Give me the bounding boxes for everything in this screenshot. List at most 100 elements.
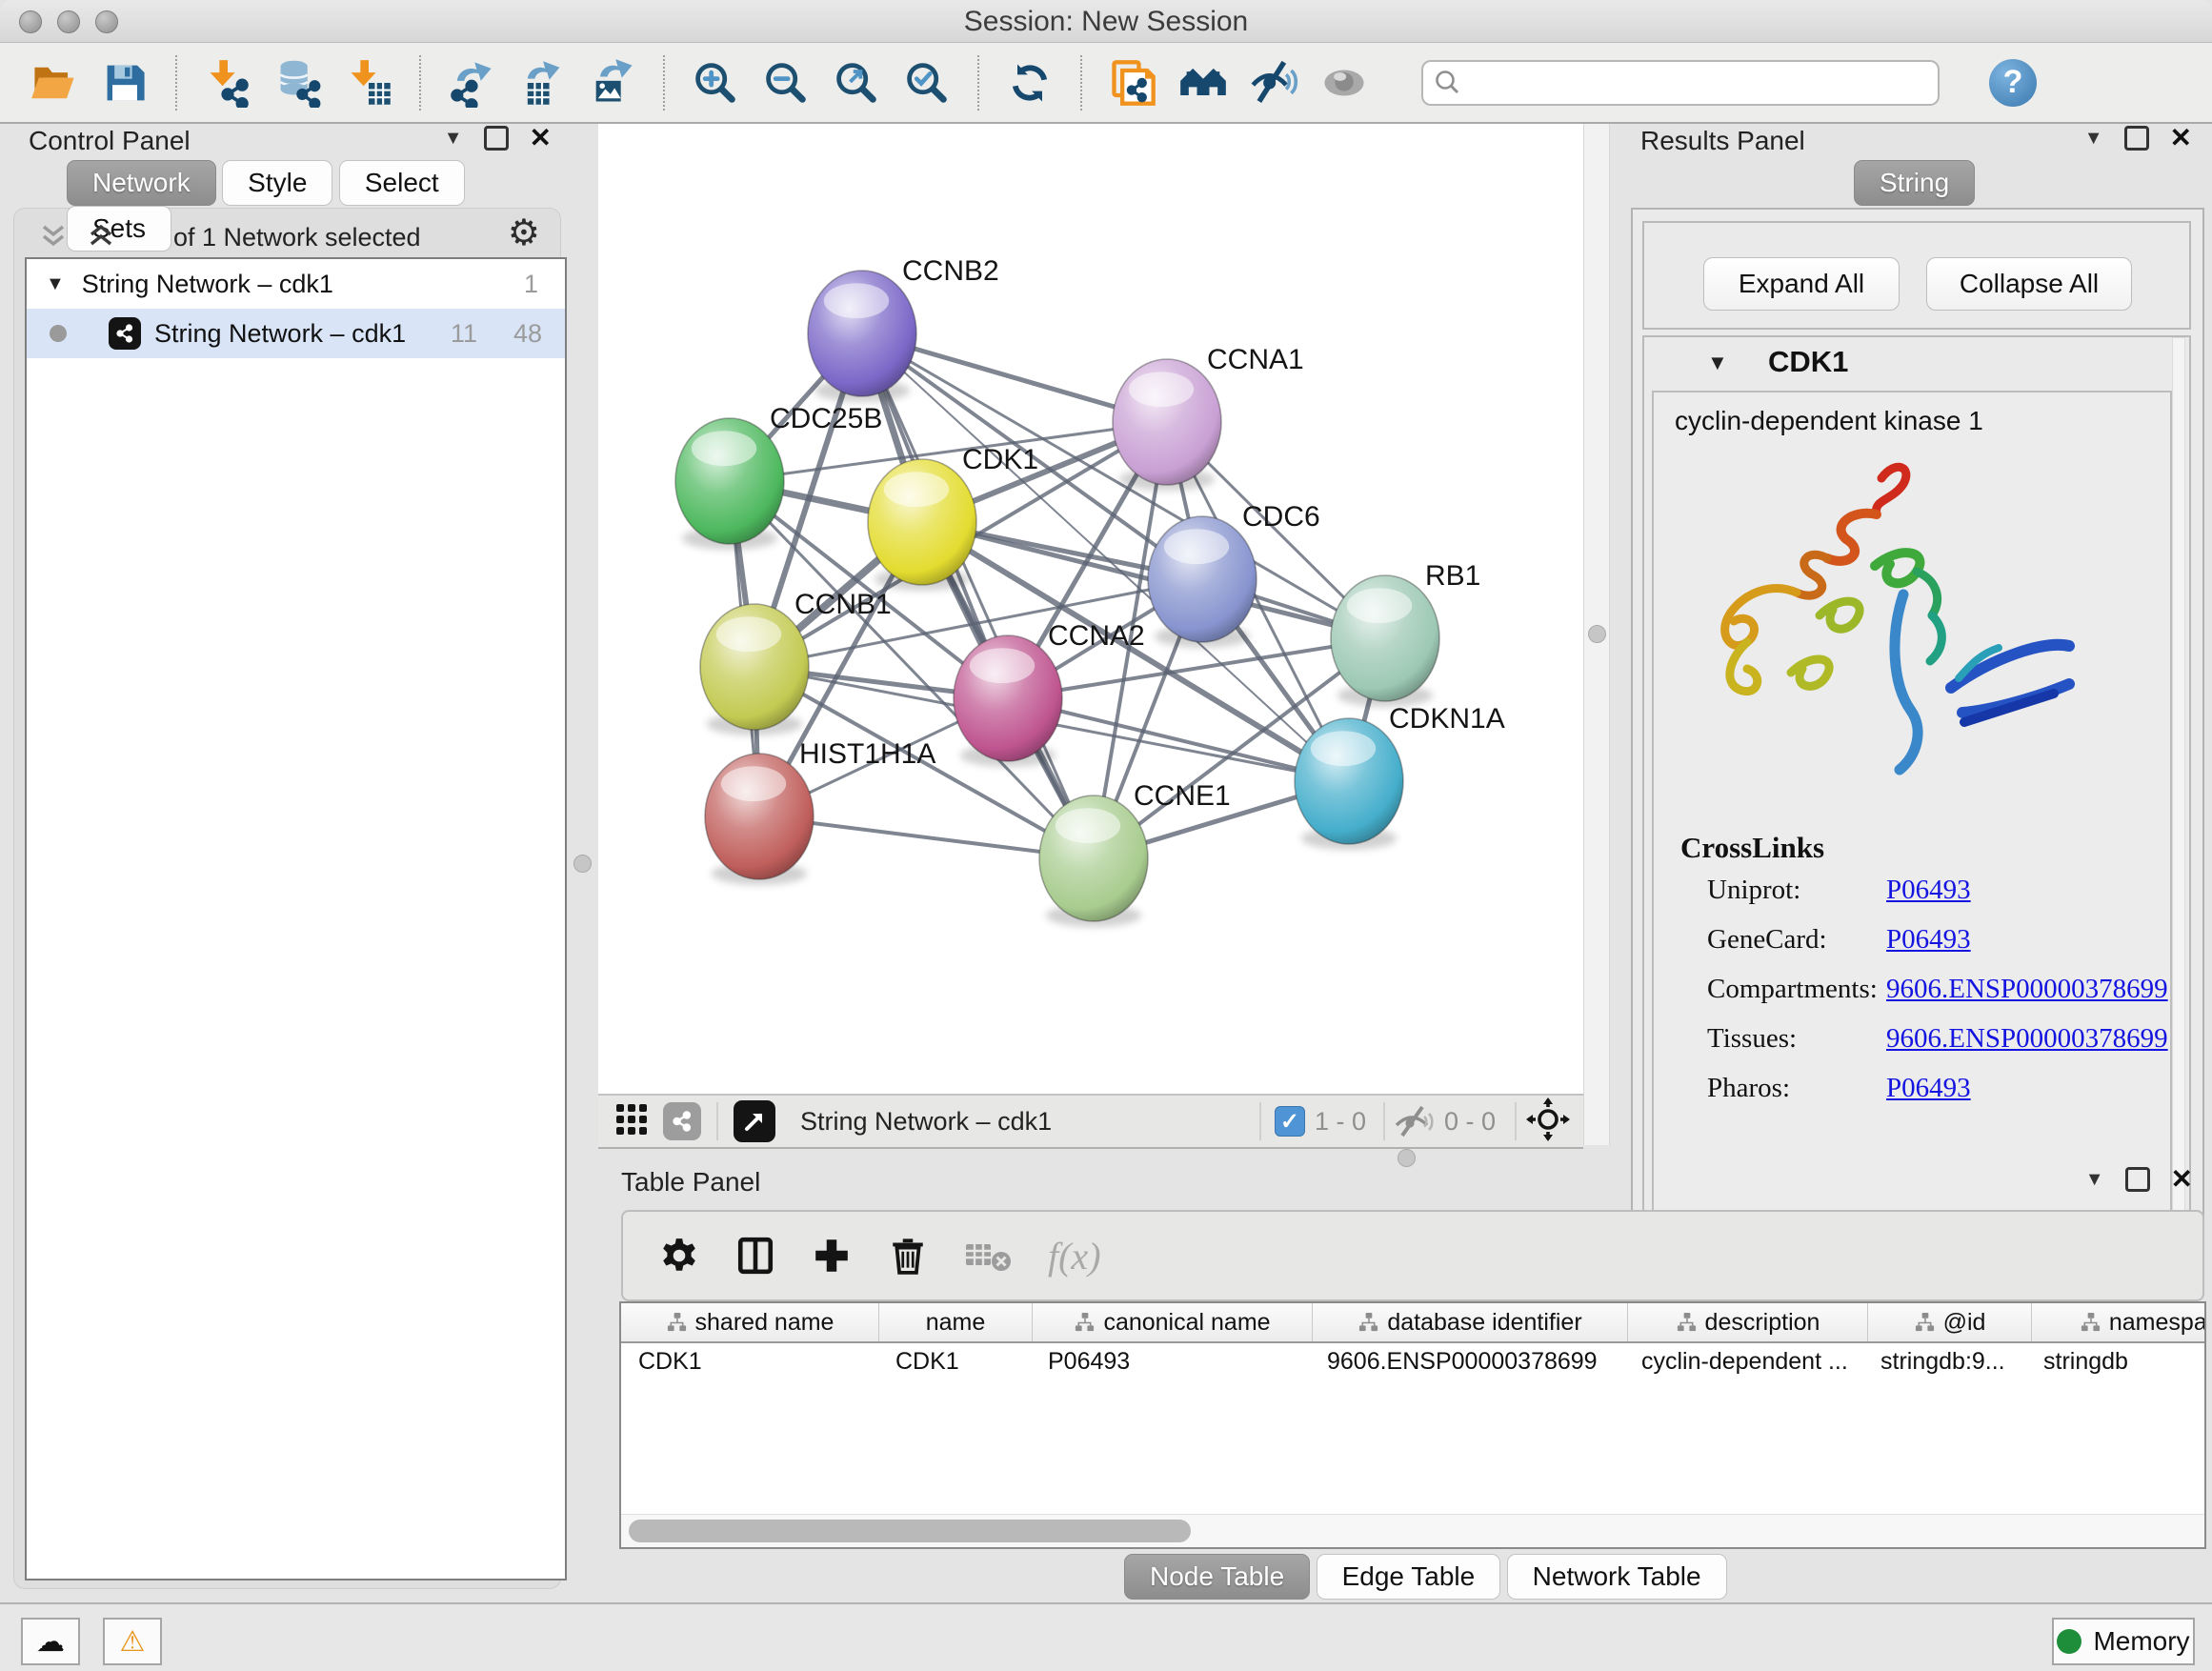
float-panel-button[interactable] — [2124, 126, 2149, 151]
eye-slash-icon — [1249, 58, 1298, 108]
delete-table-button[interactable] — [964, 1238, 1012, 1273]
zoom-in-button[interactable] — [686, 53, 745, 112]
export-image-icon — [588, 58, 637, 108]
crosslink-link[interactable]: 9606.ENSP00000378699 — [1886, 974, 2168, 1005]
zoom-selected-button[interactable] — [897, 53, 956, 112]
table-cell[interactable]: cyclin-dependent ... — [1624, 1343, 1863, 1381]
open-in-browser-button[interactable] — [734, 1100, 775, 1142]
tab-node-table[interactable]: Node Table — [1124, 1554, 1310, 1600]
help-button[interactable]: ? — [1989, 59, 2037, 107]
table-horizontal-scrollbar[interactable] — [621, 1514, 2204, 1547]
network-node-hist1h1a[interactable] — [705, 754, 830, 885]
column-header-namespace[interactable]: namespace — [2032, 1303, 2206, 1341]
table-cell[interactable]: stringdb:9... — [1863, 1343, 2026, 1381]
zoom-out-button[interactable] — [756, 53, 815, 112]
splitter-handle[interactable] — [1588, 625, 1606, 643]
import-network-button[interactable] — [198, 53, 257, 112]
column-header-database-identifier[interactable]: database identifier — [1313, 1303, 1628, 1341]
panel-menu-caret-icon[interactable]: ▼ — [2084, 128, 2103, 150]
open-session-button[interactable] — [25, 53, 84, 112]
tab-edge-table[interactable]: Edge Table — [1317, 1554, 1501, 1600]
network-type-share-icon[interactable] — [663, 1102, 701, 1140]
network-node-rb1[interactable] — [1331, 575, 1447, 707]
network-collection-row[interactable]: ▼ String Network – cdk1 1 — [27, 259, 565, 309]
search-input[interactable] — [1421, 60, 1940, 106]
string-network-graph[interactable]: CCNB2CCNA1CDC25BCDK1CDC6RB1CCNB1CCNA2CDK… — [598, 124, 1583, 1094]
network-node-ccne1[interactable] — [1039, 795, 1151, 927]
column-header-canonical-name[interactable]: canonical name — [1033, 1303, 1313, 1341]
crosslink-link[interactable]: P06493 — [1886, 1073, 1971, 1104]
panel-menu-caret-icon[interactable]: ▼ — [2085, 1169, 2104, 1191]
float-panel-button[interactable] — [484, 126, 509, 151]
memory-button[interactable]: Memory — [2052, 1618, 2195, 1665]
cloud-status-button[interactable]: ☁ — [21, 1618, 80, 1665]
network-node-cdc25b[interactable] — [675, 418, 797, 550]
splitter-handle[interactable] — [573, 855, 592, 873]
close-panel-button[interactable]: ✕ — [2171, 1170, 2193, 1189]
string-app-button[interactable] — [1103, 53, 1162, 112]
save-session-button[interactable] — [95, 53, 154, 112]
expand-all-chevron-icon[interactable] — [84, 221, 118, 250]
tab-network-table[interactable]: Network Table — [1507, 1554, 1727, 1600]
home-networks-button[interactable] — [1174, 53, 1233, 112]
tab-select[interactable]: Select — [339, 160, 465, 206]
float-panel-button[interactable] — [2125, 1167, 2150, 1192]
hide-panel-button[interactable] — [1244, 53, 1303, 112]
add-column-button[interactable] — [812, 1236, 852, 1276]
network-edge[interactable] — [862, 333, 1094, 858]
import-network-from-database-button[interactable] — [269, 53, 328, 112]
close-panel-button[interactable]: ✕ — [2170, 129, 2192, 148]
crosslink-link[interactable]: 9606.ENSP00000378699 — [1886, 1023, 2168, 1055]
network-node-ccna1[interactable] — [1113, 359, 1221, 491]
pan-crosshair-button[interactable] — [1526, 1097, 1570, 1146]
crosslink-link[interactable]: P06493 — [1886, 924, 1971, 956]
export-network-button[interactable] — [442, 53, 501, 112]
selected-checkbox-icon[interactable]: ✓ — [1275, 1106, 1305, 1137]
export-table-button[interactable] — [513, 53, 572, 112]
crosslink-link[interactable]: P06493 — [1886, 875, 1971, 906]
delete-column-button[interactable] — [888, 1236, 928, 1276]
collapse-all-chevron-icon[interactable] — [36, 221, 70, 250]
table-cell[interactable]: 9606.ENSP00000378699 — [1310, 1343, 1624, 1381]
network-node-cdkn1a[interactable] — [1295, 716, 1418, 850]
table-cell[interactable]: CDK1 — [878, 1343, 1031, 1381]
network-node-cdk1[interactable] — [868, 459, 976, 591]
table-cell[interactable]: CDK1 — [621, 1343, 878, 1381]
export-image-button[interactable] — [583, 53, 642, 112]
network-row-selected[interactable]: String Network – cdk1 11 48 — [27, 309, 565, 358]
tree-expand-caret-icon[interactable]: ▼ — [46, 273, 65, 295]
table-settings-button[interactable] — [659, 1236, 699, 1276]
network-node-cdc6[interactable] — [1148, 516, 1265, 648]
column-header-description[interactable]: description — [1628, 1303, 1868, 1341]
zoom-fit-button[interactable] — [827, 53, 886, 112]
network-canvas[interactable]: CCNB2CCNA1CDC25BCDK1CDC6RB1CCNB1CCNA2CDK… — [598, 124, 1583, 1094]
column-header--id[interactable]: @id — [1868, 1303, 2032, 1341]
birdseye-grid-button[interactable] — [613, 1101, 650, 1142]
tab-network[interactable]: Network — [67, 160, 216, 206]
expand-all-button[interactable]: Expand All — [1703, 257, 1900, 311]
function-builder-button[interactable]: f(x) — [1048, 1234, 1101, 1278]
table-row[interactable]: CDK1CDK1P064939606.ENSP00000378699cyclin… — [621, 1343, 2204, 1381]
table-cell[interactable]: P06493 — [1031, 1343, 1310, 1381]
gene-section-header[interactable]: ▼ CDK1 — [1644, 337, 2189, 389]
close-panel-button[interactable]: ✕ — [530, 129, 552, 148]
section-collapse-caret-icon[interactable]: ▼ — [1707, 351, 1728, 375]
network-node-ccnb1[interactable] — [700, 604, 811, 735]
import-table-button[interactable] — [339, 53, 398, 112]
gene-description: cyclin-dependent kinase 1 — [1675, 406, 1983, 436]
refresh-view-button[interactable] — [1000, 53, 1059, 112]
show-column-panel-button[interactable] — [735, 1236, 775, 1276]
column-header-name[interactable]: name — [879, 1303, 1033, 1341]
scrollbar-thumb[interactable] — [629, 1520, 1191, 1542]
network-node-ccna2[interactable] — [954, 635, 1065, 767]
collapse-all-button[interactable]: Collapse All — [1926, 257, 2132, 311]
tab-style[interactable]: Style — [222, 160, 332, 206]
table-cell[interactable]: stringdb — [2026, 1343, 2206, 1381]
warnings-button[interactable]: ⚠ — [103, 1618, 162, 1665]
results-scrollbar[interactable] — [2172, 337, 2185, 1231]
panel-menu-caret-icon[interactable]: ▼ — [444, 128, 463, 150]
tab-string[interactable]: String — [1854, 160, 1975, 206]
show-panel-button[interactable] — [1315, 53, 1374, 112]
vertical-splitter[interactable] — [1583, 124, 1610, 1145]
column-header-shared-name[interactable]: shared name — [621, 1303, 879, 1341]
